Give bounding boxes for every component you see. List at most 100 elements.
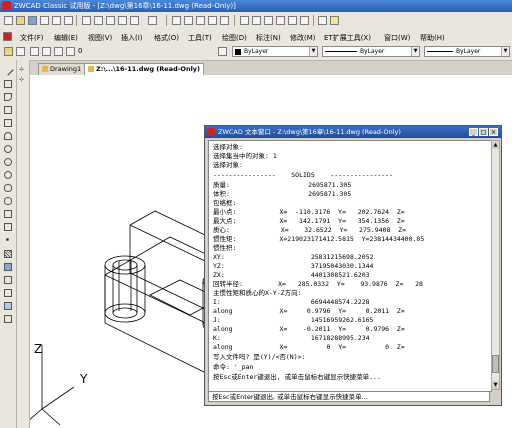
ellipse-icon[interactable] <box>4 184 12 192</box>
history-line: ---------------- SOLIDS ---------------- <box>213 171 394 179</box>
menu-express-tools[interactable]: ET扩展工具(X) <box>324 33 371 43</box>
make-block-icon[interactable] <box>4 223 12 231</box>
sheet-set-icon[interactable] <box>276 16 285 25</box>
menu-edit[interactable]: 编辑(E) <box>54 33 78 43</box>
layer-color-icon[interactable] <box>66 47 75 56</box>
layer-manager-icon[interactable] <box>4 47 13 56</box>
history-line: 选择对象: <box>213 143 243 151</box>
history-line: 惯性矩: X=219023171412.5815 Y=23814434400.0… <box>213 235 425 243</box>
polyline-icon[interactable] <box>4 93 12 101</box>
close-button[interactable]: × <box>489 128 498 136</box>
document-menu-icon[interactable] <box>3 32 12 41</box>
vertical-scrollbar[interactable]: ▲ ▼ <box>491 140 500 390</box>
tab-drawing1[interactable]: Drawing1 <box>38 63 86 75</box>
publish-icon[interactable] <box>64 16 73 25</box>
menu-format[interactable]: 格式(O) <box>154 33 179 43</box>
history-line: along X= 0.9796 Y= 0.2011 Z= <box>213 307 405 315</box>
zoom-extents-icon[interactable] <box>220 16 229 25</box>
history-line: 最小点: X= -110.3176 Y= 202.7624 Z= <box>213 208 405 216</box>
redo-icon[interactable] <box>148 16 157 25</box>
wipeout-icon[interactable] <box>4 289 12 297</box>
menu-help[interactable]: 帮助(H) <box>420 33 445 43</box>
layer-freeze-icon[interactable] <box>42 47 51 56</box>
make-current-layer-icon[interactable] <box>218 47 227 56</box>
calculator-icon[interactable] <box>300 16 309 25</box>
revision-cloud-icon[interactable] <box>4 158 12 166</box>
menu-insert[interactable]: 插入(I) <box>121 33 143 43</box>
standard-toolbar <box>0 12 512 30</box>
paste-icon[interactable] <box>106 16 115 25</box>
menu-modify[interactable]: 修改(M) <box>290 33 316 43</box>
color-value: ByLayer <box>244 48 269 55</box>
gradient-icon[interactable] <box>4 263 12 271</box>
menu-view[interactable]: 视图(V) <box>88 33 112 43</box>
circle-icon[interactable] <box>4 145 12 153</box>
layer-lock-icon[interactable] <box>54 47 63 56</box>
help-icon[interactable] <box>330 16 339 25</box>
help-search-icon[interactable] <box>318 16 327 25</box>
markup-icon[interactable] <box>288 16 297 25</box>
layer-on-icon[interactable] <box>30 47 39 56</box>
ellipse-arc-icon[interactable] <box>4 197 12 205</box>
ray-icon[interactable] <box>4 80 12 88</box>
zoom-window-icon[interactable] <box>196 16 205 25</box>
window-title: ZWCAD Classic 试用版 - [Z:\dwg\第16章\16-11.d… <box>14 2 236 10</box>
text-window-title-bar[interactable]: ZWCAD 文本窗口 - Z:\dwg\第16章\16-11.dwg (Read… <box>205 126 501 138</box>
hatch-icon[interactable] <box>4 250 12 258</box>
rectangle-icon[interactable] <box>4 119 12 127</box>
region-icon[interactable] <box>4 276 12 284</box>
match-properties-icon[interactable] <box>118 16 127 25</box>
undo-icon[interactable] <box>130 16 139 25</box>
point-icon[interactable] <box>6 238 9 241</box>
command-history[interactable]: 选择对象: 选择集当中的对象: 1 选择对象: ----------------… <box>208 140 492 392</box>
history-line: 选择对象: <box>213 161 243 169</box>
arc-icon[interactable] <box>4 132 12 140</box>
text-window[interactable]: ZWCAD 文本窗口 - Z:\dwg\第16章\16-11.dwg (Read… <box>204 125 502 406</box>
design-center-icon[interactable] <box>252 16 261 25</box>
scroll-up-icon[interactable]: ▲ <box>492 141 499 149</box>
insert-block-icon[interactable] <box>4 210 12 218</box>
scroll-thumb[interactable] <box>492 355 499 373</box>
tab-16-11-dwg[interactable]: Z:\...\16-11.dwg (Read-Only) <box>84 63 205 75</box>
menu-window[interactable]: 窗口(W) <box>384 33 410 43</box>
zoom-previous-icon[interactable] <box>208 16 217 25</box>
line-icon[interactable] <box>2 64 14 76</box>
menu-file[interactable]: 文件(F) <box>20 33 44 43</box>
zoom-realtime-icon[interactable] <box>184 16 193 25</box>
properties-icon[interactable] <box>240 16 249 25</box>
snap-grip-icon[interactable]: ⊹ <box>19 66 27 73</box>
history-line: 体积: 2695871.305 <box>213 190 352 198</box>
maximize-button[interactable]: □ <box>479 128 488 136</box>
layer-state-icon[interactable] <box>16 47 25 56</box>
tab-label: Drawing1 <box>50 65 82 73</box>
tool-palettes-icon[interactable] <box>264 16 273 25</box>
pan-icon[interactable] <box>172 16 181 25</box>
linetype-select[interactable]: ByLayer ▼ <box>322 46 420 57</box>
draw-toolbar <box>0 60 17 428</box>
new-file-icon[interactable] <box>4 16 13 25</box>
cut-icon[interactable] <box>82 16 91 25</box>
lineweight-sample <box>427 51 453 52</box>
mtext-icon[interactable] <box>4 315 12 323</box>
lineweight-select[interactable]: ByLayer ▼ <box>424 46 510 57</box>
menu-dimension[interactable]: 标注(N) <box>256 33 281 43</box>
table-icon[interactable] <box>4 302 12 310</box>
menu-draw[interactable]: 绘图(D) <box>222 33 247 43</box>
open-folder-icon[interactable] <box>16 16 25 25</box>
color-select[interactable]: ByLayer ▼ <box>232 46 318 57</box>
menu-tools[interactable]: 工具(T) <box>188 33 212 43</box>
spline-icon[interactable] <box>4 171 12 179</box>
history-line: 质量: 2695871.305 <box>213 181 352 189</box>
properties-toolbar: 0 ByLayer ▼ ByLayer ▼ ByLayer ▼ <box>0 43 512 61</box>
osnap-icon[interactable]: ⊹ <box>19 76 27 83</box>
command-input[interactable]: 按Esc或Enter键退出, 或单击鼠标右键显示快捷菜单... <box>208 391 490 402</box>
minimize-button[interactable]: _ <box>469 128 478 136</box>
copy-icon[interactable] <box>94 16 103 25</box>
scroll-down-icon[interactable]: ▼ <box>492 381 499 389</box>
polygon-icon[interactable] <box>4 106 12 114</box>
history-line: along X= 0 Y= 0 Z= <box>213 343 405 351</box>
save-icon[interactable] <box>28 16 37 25</box>
print-icon[interactable] <box>40 16 49 25</box>
print-preview-icon[interactable] <box>52 16 61 25</box>
drawing-file-icon <box>42 66 48 72</box>
